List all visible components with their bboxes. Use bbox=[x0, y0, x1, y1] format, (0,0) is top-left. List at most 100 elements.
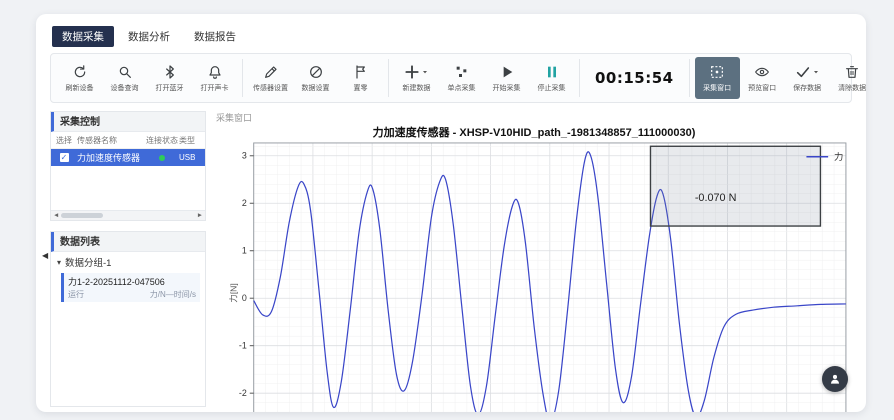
data-item-series: 力/N—时间/s bbox=[150, 289, 196, 300]
scroll-left-icon[interactable]: ◄ bbox=[53, 212, 59, 219]
col-select: 选择 bbox=[51, 135, 77, 146]
pause-icon bbox=[544, 63, 560, 81]
data-settings-label: 数据设置 bbox=[302, 83, 330, 93]
collect-window-label: 采集窗口 bbox=[216, 111, 852, 124]
app-window: 数据采集 数据分析 数据报告 刷新设备设备查询 打开蓝牙 打开声卡 传感器设置 数据设置… bbox=[36, 14, 866, 412]
tab-bar: 数据采集 数据分析 数据报告 bbox=[52, 26, 866, 47]
new-data-button[interactable]: 新建数据 bbox=[394, 57, 439, 99]
y-axis-label: 力[N] bbox=[228, 283, 240, 302]
scroll-right-icon[interactable]: ► bbox=[197, 212, 203, 219]
sensor-settings-button[interactable]: 传感器设置 bbox=[248, 57, 293, 99]
y-tick-label: -2 bbox=[239, 388, 247, 398]
data-list-title: 数据列表 bbox=[51, 232, 205, 252]
sensor-table-row[interactable]: ✓ 力加速度传感器 USB bbox=[51, 149, 205, 166]
sensor-settings-label: 传感器设置 bbox=[253, 83, 288, 93]
stop-collect-button[interactable]: 停止采集 bbox=[529, 57, 574, 99]
toolbar-separator bbox=[689, 59, 690, 97]
col-conn-status: 连接状态 bbox=[145, 135, 179, 146]
y-tick-label: 3 bbox=[242, 151, 247, 161]
single-sample-button[interactable]: 单点采集 bbox=[439, 57, 484, 99]
capture-icon bbox=[709, 63, 725, 81]
selection-box[interactable] bbox=[650, 146, 820, 226]
collect-window-button[interactable]: 采集窗口 bbox=[695, 57, 740, 99]
pen-circle-icon bbox=[308, 63, 324, 81]
col-type: 类型 bbox=[179, 135, 205, 146]
chart-title: 力加速度传感器 - XHSP-V10HID_path_-1981348857_1… bbox=[216, 124, 852, 139]
main-area: 采集窗口 力加速度传感器 - XHSP-V10HID_path_-1981348… bbox=[216, 111, 852, 407]
user-icon bbox=[828, 372, 842, 386]
chart: 力加速度传感器 - XHSP-V10HID_path_-1981348857_1… bbox=[216, 124, 852, 412]
data-group-row[interactable]: ▾ 数据分组-1 bbox=[51, 252, 205, 272]
y-tick-label: 2 bbox=[242, 198, 247, 208]
sensor-table-empty bbox=[51, 166, 205, 210]
clear-data-label: 清除数据 bbox=[838, 83, 866, 93]
refresh-icon bbox=[72, 63, 88, 81]
device-search-label: 设备查询 bbox=[111, 83, 139, 93]
user-button[interactable] bbox=[822, 366, 848, 392]
sensor-name: 力加速度传感器 bbox=[77, 151, 145, 164]
horizontal-scrollbar[interactable]: ◄ ► bbox=[51, 210, 205, 220]
sidebar: 采集控制 选择 传感器名称 连接状态 类型 ✓ 力加速度传感器 USB ◄ bbox=[50, 111, 206, 407]
refresh-device-button[interactable]: 刷新设备 bbox=[57, 57, 102, 99]
points-icon bbox=[454, 63, 470, 81]
start-collect-button[interactable]: 开始采集 bbox=[484, 57, 529, 99]
legend-label: 力 bbox=[834, 151, 843, 162]
data-list-item[interactable]: 力1-2-20251112-047506 运行 力/N—时间/s bbox=[61, 273, 200, 302]
save-data-label: 保存数据 bbox=[793, 83, 821, 93]
trash-icon bbox=[844, 63, 860, 81]
sidebar-collapse-arrow[interactable]: ◀ bbox=[42, 252, 48, 260]
bell-icon bbox=[207, 63, 223, 81]
content-area: 采集控制 选择 传感器名称 连接状态 类型 ✓ 力加速度传感器 USB ◄ bbox=[50, 111, 852, 407]
device-search-button[interactable]: 设备查询 bbox=[102, 57, 147, 99]
open-bluetooth-label: 打开蓝牙 bbox=[156, 83, 184, 93]
preview-window-label: 预览窗口 bbox=[748, 83, 776, 93]
pen-icon bbox=[263, 63, 279, 81]
data-settings-button[interactable]: 数据设置 bbox=[293, 57, 338, 99]
clear-data-button[interactable]: 清除数据 bbox=[830, 57, 866, 99]
toolbar: 刷新设备设备查询 打开蓝牙 打开声卡 传感器设置 数据设置 置零 新建数据 单点采集 开始采集 停… bbox=[50, 53, 852, 103]
stop-collect-label: 停止采集 bbox=[538, 83, 566, 93]
y-tick-label: 1 bbox=[242, 246, 247, 256]
bluetooth-icon bbox=[162, 63, 178, 81]
toolbar-separator bbox=[388, 59, 389, 97]
zero-button[interactable]: 置零 bbox=[338, 57, 383, 99]
sensor-type: USB bbox=[179, 153, 205, 162]
toolbar-separator bbox=[242, 59, 243, 97]
new-data-label: 新建数据 bbox=[403, 83, 431, 93]
data-list-panel: 数据列表 ▾ 数据分组-1 力1-2-20251112-047506 运行 力/… bbox=[50, 231, 206, 407]
sensor-table-header: 选择 传感器名称 连接状态 类型 bbox=[51, 132, 205, 149]
save-data-button[interactable]: 保存数据 bbox=[785, 57, 830, 99]
eye-icon bbox=[754, 63, 770, 81]
open-soundcard-label: 打开声卡 bbox=[201, 83, 229, 93]
check-icon bbox=[795, 63, 820, 81]
chevron-down-icon bbox=[812, 68, 820, 76]
collect-window-label: 采集窗口 bbox=[703, 83, 731, 93]
caret-down-icon: ▾ bbox=[57, 258, 61, 267]
tab-data-analysis[interactable]: 数据分析 bbox=[118, 26, 180, 47]
y-tick-label: -1 bbox=[239, 341, 247, 351]
open-soundcard-button[interactable]: 打开声卡 bbox=[192, 57, 237, 99]
data-item-status: 运行 bbox=[68, 289, 84, 300]
zero-label: 置零 bbox=[354, 83, 368, 93]
single-sample-label: 单点采集 bbox=[448, 83, 476, 93]
toolbar-separator bbox=[579, 59, 580, 97]
tab-data-collect[interactable]: 数据采集 bbox=[52, 26, 114, 47]
collect-control-panel: 采集控制 选择 传感器名称 连接状态 类型 ✓ 力加速度传感器 USB ◄ bbox=[50, 111, 206, 221]
collect-control-title: 采集控制 bbox=[51, 112, 205, 132]
tab-data-report[interactable]: 数据报告 bbox=[184, 26, 246, 47]
preview-window-button[interactable]: 预览窗口 bbox=[740, 57, 785, 99]
collect-timer: 00:15:54 bbox=[595, 69, 674, 87]
plus-icon bbox=[404, 63, 429, 81]
search-icon bbox=[117, 63, 133, 81]
scrollbar-thumb[interactable] bbox=[61, 213, 103, 218]
col-sensor-name: 传感器名称 bbox=[77, 135, 145, 146]
chart-plot[interactable]: 3210-1-2-0.070 N力 bbox=[216, 139, 854, 412]
start-collect-label: 开始采集 bbox=[493, 83, 521, 93]
play-icon bbox=[499, 63, 515, 81]
status-dot bbox=[159, 155, 165, 161]
sensor-checkbox[interactable]: ✓ bbox=[60, 153, 69, 162]
data-group-label: 数据分组-1 bbox=[65, 255, 111, 269]
y-tick-label: 0 bbox=[242, 293, 247, 303]
open-bluetooth-button[interactable]: 打开蓝牙 bbox=[147, 57, 192, 99]
chevron-down-icon bbox=[421, 68, 429, 76]
